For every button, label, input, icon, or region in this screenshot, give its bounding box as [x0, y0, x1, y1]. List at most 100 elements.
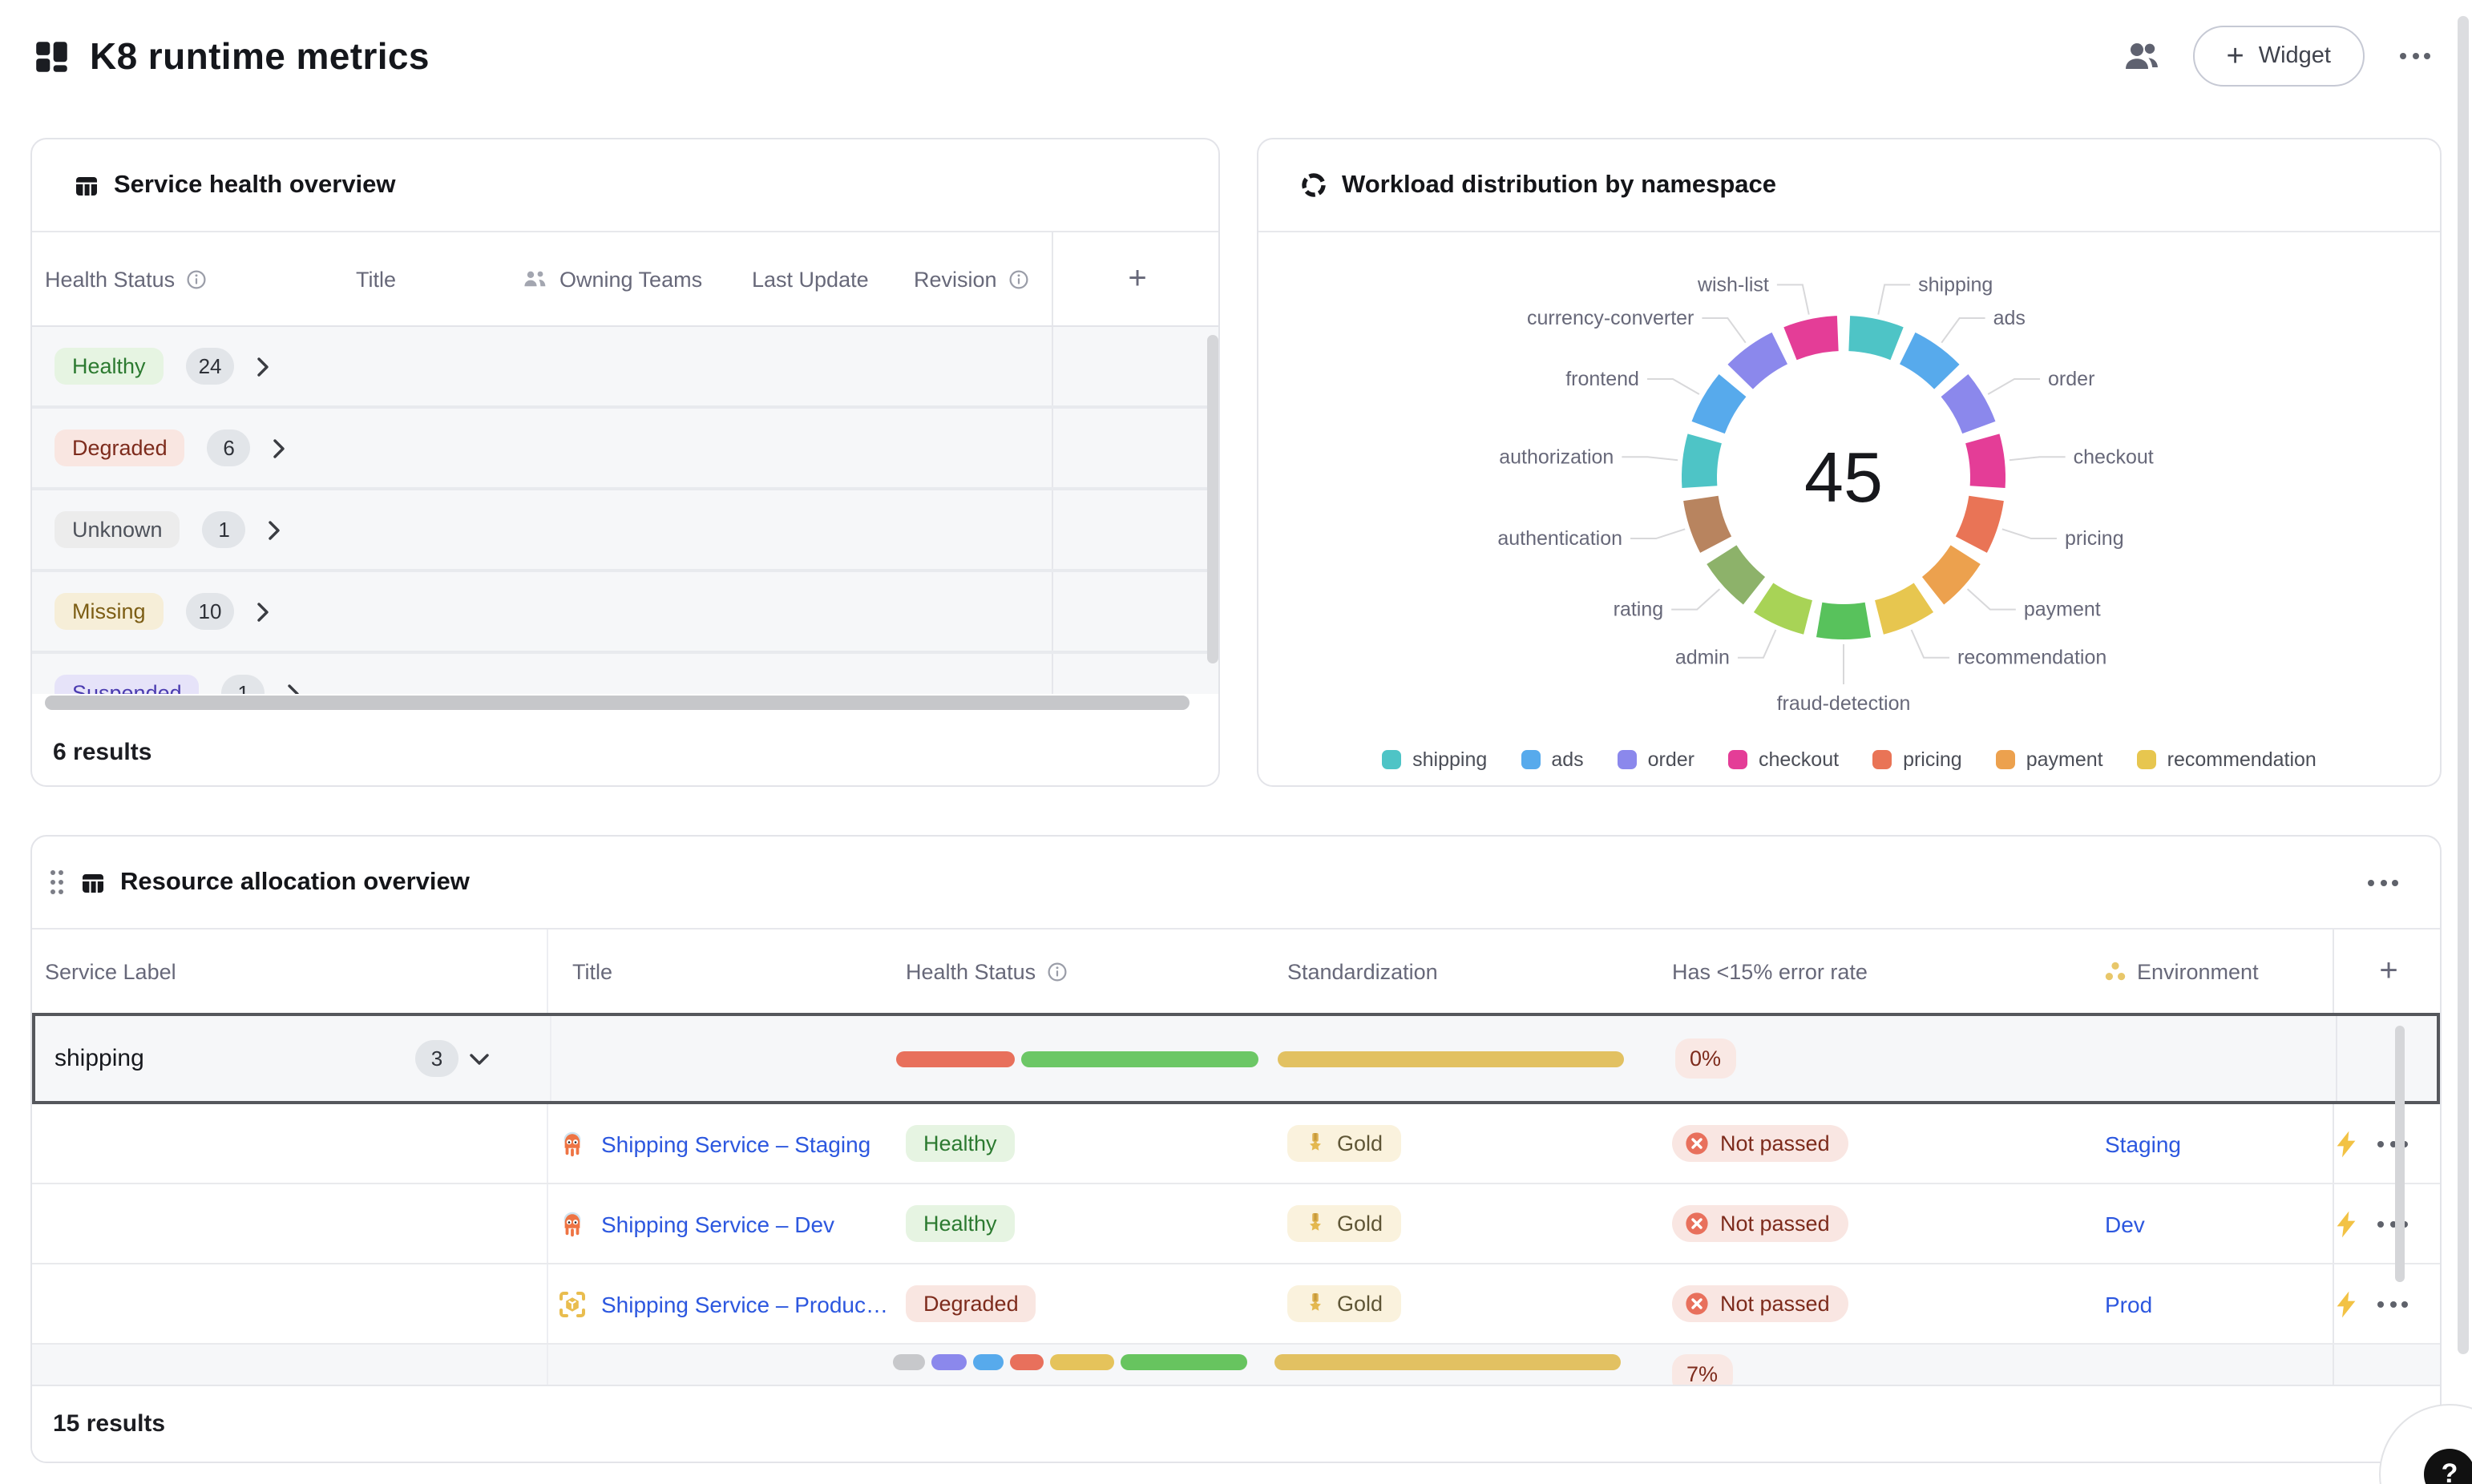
- service-link[interactable]: Shipping Service – Dev: [601, 1211, 834, 1236]
- table-icon: [74, 172, 99, 198]
- count-badge[interactable]: 1: [203, 511, 246, 548]
- donut-segment-label: recommendation: [1957, 647, 2106, 669]
- table-icon: [80, 869, 106, 895]
- card-title: Resource allocation overview: [120, 868, 470, 897]
- board-icon: [32, 36, 72, 76]
- page-menu-button[interactable]: [2397, 43, 2434, 69]
- row-menu-button[interactable]: [2374, 1211, 2411, 1236]
- lightning-icon[interactable]: [2334, 1209, 2358, 1238]
- lightning-icon[interactable]: [2334, 1129, 2358, 1158]
- card-title: Workload distribution by namespace: [1342, 171, 1776, 200]
- donut-segment-label: admin: [1675, 647, 1730, 669]
- group-row-shipping[interactable]: shipping 3 0%: [32, 1013, 2440, 1104]
- info-icon[interactable]: [1008, 268, 1029, 289]
- group-std-bars: [1278, 1050, 1624, 1067]
- card-menu-button[interactable]: [2365, 869, 2401, 895]
- add-widget-button[interactable]: + Widget: [2193, 26, 2365, 87]
- vertical-scrollbar[interactable]: [1207, 335, 1218, 663]
- circle-x-icon: [1685, 1131, 1709, 1155]
- standardization-badge: Gold: [1287, 1125, 1400, 1162]
- environment-link[interactable]: Prod: [2105, 1291, 2152, 1317]
- donut-segment-label: pricing: [2065, 527, 2124, 550]
- table-row: Suspended 1: [32, 654, 1218, 694]
- donut-segment-label: payment: [2024, 599, 2101, 621]
- people-icon[interactable]: [2123, 40, 2161, 72]
- legend-item[interactable]: checkout: [1728, 748, 1839, 771]
- info-icon[interactable]: [1047, 961, 1068, 982]
- environment-link[interactable]: Dev: [2105, 1211, 2145, 1236]
- group-count-badge[interactable]: 3: [415, 1040, 458, 1077]
- environment-link[interactable]: Staging: [2105, 1131, 2181, 1156]
- error-rate-label: Not passed: [1720, 1131, 1830, 1155]
- donut-segment-label: shipping: [1918, 273, 1993, 296]
- legend-swatch: [1728, 750, 1747, 769]
- lightning-icon[interactable]: [2334, 1289, 2358, 1318]
- group-health-bars: [896, 1050, 1258, 1067]
- medal-icon: [1305, 1212, 1326, 1235]
- help-label: ?: [2442, 1458, 2458, 1484]
- col-service-label: Service Label: [45, 959, 176, 983]
- donut-segment-label: frontend: [1565, 368, 1639, 390]
- count-badge[interactable]: 6: [208, 429, 251, 466]
- service-health-table-header: Health Status Title Owning Teams Last Up…: [32, 232, 1218, 327]
- donut-segment-label: authentication: [1497, 527, 1622, 550]
- resources-rows: Shipping Service – Staging Healthy Gold: [32, 1104, 2440, 1345]
- results-count: 6 results: [53, 739, 151, 766]
- page-scrollbar[interactable]: [2458, 16, 2469, 1354]
- service-link[interactable]: Shipping Service – Producti…: [601, 1291, 893, 1317]
- resources-table-header: Service Label Title Health Status Standa…: [32, 930, 2440, 1014]
- legend-item[interactable]: ads: [1521, 748, 1583, 771]
- donut-segment-label: fraud-detection: [1777, 692, 1911, 715]
- row-menu-button[interactable]: [2374, 1131, 2411, 1156]
- horizontal-scrollbar[interactable]: [45, 696, 1190, 710]
- donut-segment-label: rating: [1614, 599, 1664, 621]
- legend-item[interactable]: recommendation: [2137, 748, 2316, 771]
- chevron-right-icon[interactable]: [269, 520, 281, 539]
- standardization-badge: Gold: [1287, 1205, 1400, 1242]
- legend-item[interactable]: pricing: [1872, 748, 1962, 771]
- col-last-update: Last Update: [752, 267, 869, 291]
- card-title: Service health overview: [114, 171, 396, 200]
- donut-total: 45: [1804, 438, 1883, 517]
- results-count: 15 results: [53, 1410, 165, 1438]
- legend-item[interactable]: order: [1618, 748, 1694, 771]
- chevron-right-icon[interactable]: [288, 684, 301, 694]
- count-badge[interactable]: 10: [186, 593, 235, 630]
- chevron-right-icon[interactable]: [273, 438, 286, 458]
- legend-label: pricing: [1903, 748, 1962, 771]
- donut-segment-label: authorization: [1499, 446, 1614, 468]
- group-row-partial[interactable]: 7%: [32, 1345, 2440, 1389]
- error-rate-label: Not passed: [1720, 1212, 1830, 1236]
- legend-item[interactable]: payment: [1996, 748, 2103, 771]
- chevron-down-icon[interactable]: [470, 1052, 489, 1065]
- row-menu-button[interactable]: [2374, 1291, 2411, 1317]
- standardization-label: Gold: [1337, 1212, 1383, 1236]
- info-icon[interactable]: [186, 268, 207, 289]
- count-badge[interactable]: 24: [186, 348, 235, 385]
- legend-label: checkout: [1759, 748, 1839, 771]
- legend-swatch: [1382, 750, 1401, 769]
- drag-handle-icon[interactable]: [48, 869, 66, 896]
- service-link[interactable]: Shipping Service – Staging: [601, 1131, 870, 1156]
- col-health-status: Health Status: [45, 267, 175, 291]
- add-column-button[interactable]: +: [1128, 260, 1146, 297]
- resources-card: Resource allocation overview Service Lab…: [30, 835, 2442, 1463]
- col-standardization: Standardization: [1287, 959, 1438, 983]
- status-badge: Healthy: [906, 1125, 1015, 1162]
- donut-segment-label: checkout: [2074, 446, 2154, 468]
- legend-item[interactable]: shipping: [1382, 748, 1487, 771]
- donut-chart[interactable]: 45 shippingadsordercheckoutpricingpaymen…: [1258, 232, 2440, 732]
- bottom-std-bars: [1274, 1354, 1621, 1370]
- count-badge[interactable]: 1: [222, 675, 265, 694]
- donut-icon: [1300, 171, 1327, 199]
- chevron-right-icon[interactable]: [257, 357, 270, 376]
- plus-icon: +: [2227, 41, 2244, 71]
- circle-x-icon: [1685, 1212, 1709, 1236]
- legend-swatch: [1521, 750, 1540, 769]
- vertical-scrollbar[interactable]: [2395, 1026, 2405, 1282]
- add-column-button[interactable]: +: [2379, 953, 2397, 990]
- chevron-right-icon[interactable]: [256, 602, 269, 621]
- error-rate-label: Not passed: [1720, 1292, 1830, 1316]
- col-environment: Environment: [2137, 959, 2259, 983]
- table-row: Shipping Service – Staging Healthy Gold: [32, 1104, 2440, 1184]
